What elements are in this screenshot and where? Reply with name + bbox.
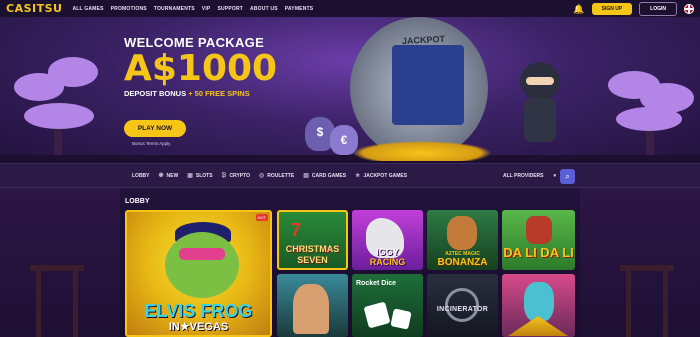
- category-lobby[interactable]: LOBBY: [132, 172, 150, 179]
- lobby-title: LOBBY: [125, 198, 150, 205]
- category-card-games[interactable]: ▤ CARD GAMES: [303, 172, 347, 180]
- nav-link-payments[interactable]: PAYMENTS: [285, 6, 314, 12]
- category-label: CRYPTO: [229, 172, 250, 179]
- game-tile-christmas-seven[interactable]: 7 CHRISTMAS SEVEN: [277, 210, 348, 270]
- game-tile-unnamed-1[interactable]: [277, 274, 348, 337]
- top-navigation: CASITSU ALL GAMES PROMOTIONS TOURNAMENTS…: [0, 0, 700, 17]
- hero-text: WELCOME PACKAGE A$1000 DEPOSIT BONUS + 5…: [124, 35, 278, 146]
- category-new[interactable]: ✺ NEW: [158, 172, 179, 180]
- star-icon: ★: [355, 173, 361, 179]
- lobby-section: LOBBY HOT ELVIS FROG IN★VEGAS 7 CHRISTMA…: [0, 188, 700, 337]
- game-title: CHRISTMAS: [285, 244, 340, 254]
- category-slots[interactable]: ▣ SLOTS: [187, 172, 213, 180]
- nav-link-promotions[interactable]: PROMOTIONS: [111, 6, 147, 12]
- game-tile-da-li-da-li[interactable]: DA LI DA LI: [502, 210, 575, 270]
- nav-actions: 🔔 SIGN UP LOGIN: [573, 2, 694, 16]
- game-subtitle: IN★VEGAS: [168, 321, 229, 333]
- category-jackpot-games[interactable]: ★ JACKPOT GAMES: [355, 172, 408, 180]
- bell-icon[interactable]: 🔔: [573, 4, 584, 15]
- ninja-mascot: [512, 62, 568, 154]
- nav-link-support[interactable]: SUPPORT: [217, 6, 243, 12]
- nav-link-about-us[interactable]: ABOUT US: [250, 6, 278, 12]
- play-now-button[interactable]: PLAY NOW: [124, 120, 186, 137]
- category-label: LOBBY: [132, 172, 150, 179]
- search-button[interactable]: ⌕: [560, 169, 575, 184]
- providers-label: ALL PROVIDERS: [503, 173, 544, 179]
- casino-page: CASITSU ALL GAMES PROMOTIONS TOURNAMENTS…: [0, 0, 700, 337]
- hero-banner: JACKPOT $ € WELCOME PACKAGE A$1000 DEPOS…: [0, 17, 700, 163]
- right-decoration: [580, 188, 700, 337]
- uk-flag-icon[interactable]: [684, 4, 694, 14]
- bonus-terms-link[interactable]: Bonus Terms Apply: [132, 141, 170, 146]
- game-tile-incinerator[interactable]: INCINERATOR: [427, 274, 498, 337]
- category-label: ROULETTE: [267, 172, 295, 179]
- game-title: INCINERATOR: [436, 306, 489, 313]
- torii-gate-icon: [30, 265, 84, 337]
- hero-ground: [0, 155, 700, 163]
- category-list: LOBBY ✺ NEW ▣ SLOTS ₿ CRYPTO ◎ ROULETTE …: [132, 172, 408, 180]
- login-button[interactable]: LOGIN: [639, 2, 677, 16]
- money-bag-euro: €: [330, 125, 358, 155]
- nav-link-tournaments[interactable]: TOURNAMENTS: [154, 6, 195, 12]
- category-label: NEW: [166, 172, 179, 179]
- game-art-sevens: 7: [291, 220, 302, 240]
- game-title: IGGY: [376, 247, 399, 257]
- crypto-icon: ₿: [221, 172, 227, 179]
- game-title: ELVIS FROG: [144, 301, 253, 321]
- game-title: Rocket Dice: [356, 280, 397, 287]
- new-icon: ✺: [158, 173, 164, 179]
- cards-icon: ▤: [303, 173, 309, 179]
- hero-amount: A$1000: [124, 48, 278, 89]
- slots-icon: ▣: [187, 173, 193, 179]
- category-label: SLOTS: [195, 172, 213, 179]
- hot-badge: HOT: [255, 214, 268, 221]
- gold-coins: [352, 141, 492, 161]
- nav-link-vip[interactable]: VIP: [202, 6, 211, 12]
- game-tile-rocket-dice[interactable]: Rocket Dice: [352, 274, 423, 337]
- providers-dropdown[interactable]: ALL PROVIDERS ▾: [503, 170, 556, 182]
- vault-door: [392, 45, 464, 125]
- game-tile-unnamed-2[interactable]: [502, 274, 575, 337]
- game-tile-elvis-frog[interactable]: HOT ELVIS FROG IN★VEGAS: [125, 210, 272, 337]
- chevron-down-icon: ▾: [553, 173, 556, 179]
- site-logo[interactable]: CASITSU: [6, 2, 62, 15]
- game-tile-iggy-racing[interactable]: IGGY RACING: [352, 210, 423, 270]
- category-bar: LOBBY ✺ NEW ▣ SLOTS ₿ CRYPTO ◎ ROULETTE …: [0, 163, 700, 188]
- bonus-plus: +: [188, 89, 193, 98]
- game-subtitle: BONANZA: [437, 257, 488, 268]
- category-crypto[interactable]: ₿ CRYPTO: [222, 172, 250, 179]
- game-subtitle: RACING: [369, 257, 406, 267]
- game-subtitle: SEVEN: [297, 255, 328, 265]
- bonsai-tree-right: [600, 43, 696, 163]
- left-decoration: [0, 188, 120, 337]
- search-icon: ⌕: [565, 171, 570, 181]
- game-tile-aztec-magic-bonanza[interactable]: AZTEC MAGIC BONANZA: [427, 210, 498, 270]
- roulette-icon: ◎: [259, 173, 265, 179]
- signup-button[interactable]: SIGN UP: [591, 3, 633, 15]
- nav-link-all-games[interactable]: ALL GAMES: [72, 6, 103, 12]
- category-label: CARD GAMES: [311, 172, 347, 179]
- torii-gate-icon: [620, 265, 674, 337]
- bonus-spins: 50 FREE SPINS: [194, 89, 250, 98]
- bonsai-tree-left: [14, 43, 104, 163]
- nav-links: ALL GAMES PROMOTIONS TOURNAMENTS VIP SUP…: [72, 6, 313, 12]
- category-roulette[interactable]: ◎ ROULETTE: [259, 172, 295, 180]
- bonus-prefix: DEPOSIT BONUS: [124, 89, 187, 98]
- hero-bonus: DEPOSIT BONUS + 50 FREE SPINS: [124, 89, 277, 98]
- category-label: JACKPOT GAMES: [363, 172, 408, 179]
- game-title: DA LI DA LI: [503, 245, 574, 260]
